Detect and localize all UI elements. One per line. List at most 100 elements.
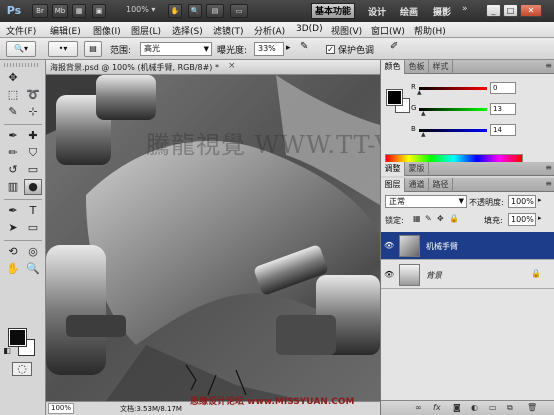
workspace-essentials[interactable]: 基本功能 [311,3,355,19]
canvas[interactable]: 騰龍視覺 WWW.TT-VINET [46,75,380,401]
menu-analysis[interactable]: 分析(A) [254,24,285,37]
panel-menu-icon[interactable]: ≡ [545,179,552,188]
tab-layers[interactable]: 图层 [381,178,405,192]
tab-styles[interactable]: 样式 [429,60,453,74]
workspace-photography[interactable]: 摄影 [433,5,451,18]
menu-layer[interactable]: 图层(L) [131,24,161,37]
status-zoom-input[interactable]: 100% [48,403,74,414]
lock-all-icon[interactable]: 🔒 [449,214,459,223]
document-size-info[interactable]: 文档:3.53M/8.17M [120,404,182,414]
type-tool-icon[interactable]: T [24,203,42,219]
tab-channels[interactable]: 通道 [405,178,429,192]
clone-stamp-tool-icon[interactable]: ⛉ [24,145,42,161]
mini-bridge-button[interactable]: Mb [52,4,68,18]
brush-panel-toggle-icon[interactable]: ▤ [84,41,102,57]
hand-tool-icon[interactable]: ✋ [168,4,182,18]
workspace-more-icon[interactable]: » [462,4,468,14]
quick-mask-icon[interactable]: ◌ [12,362,32,376]
menu-select[interactable]: 选择(S) [172,24,203,37]
tool-preset-picker[interactable]: 🔍▾ [6,41,36,57]
gradient-tool-icon[interactable]: ▥ [4,179,22,195]
opacity-slider-arrow-icon[interactable]: ▸ [538,196,542,204]
3d-camera-tool-icon[interactable]: ◎ [24,244,42,260]
panel-menu-icon[interactable]: ≡ [545,163,552,172]
pen-tool-icon[interactable]: ✒ [4,203,22,219]
exposure-input[interactable]: 33% [254,42,284,56]
adjustment-icon[interactable]: ◐ [471,403,478,412]
menu-3d[interactable]: 3D(D) [296,24,323,34]
fill-slider-arrow-icon[interactable]: ▸ [538,214,542,222]
tab-color[interactable]: 颜色 [381,60,405,74]
folder-icon[interactable]: ▭ [489,403,497,412]
mask-icon[interactable]: ◙ [453,403,461,412]
shape-tool-icon[interactable]: ▭ [24,220,42,236]
channel-r-slider[interactable] [419,87,487,90]
lock-transparent-icon[interactable]: ▦ [413,214,421,223]
foreground-color-swatch[interactable] [8,328,27,347]
channel-r-input[interactable]: 0 [490,82,516,94]
maximize-button[interactable]: □ [503,4,518,17]
layer-row[interactable]: 👁 机械手臂 [381,232,554,260]
slider-knob-icon[interactable]: ▲ [421,131,426,138]
exposure-slider-arrow-icon[interactable]: ▸ [286,43,291,53]
channel-g-slider[interactable] [419,108,487,111]
lock-position-icon[interactable]: ✥ [437,214,444,223]
healing-brush-tool-icon[interactable]: ✚ [24,128,42,144]
default-colors-icon[interactable]: ◧ [2,346,12,356]
visibility-eye-icon[interactable]: 👁 [384,241,394,250]
trash-icon[interactable]: 🗑 [527,403,537,412]
bridge-button[interactable]: Br [32,4,48,18]
workspace-painting[interactable]: 绘画 [400,5,418,18]
lock-image-icon[interactable]: ✎ [425,214,432,223]
slider-knob-icon[interactable]: ▲ [417,89,422,96]
protect-tones-checkbox[interactable]: ✓ [326,45,335,54]
menu-filter[interactable]: 滤镜(T) [213,24,244,37]
tab-masks[interactable]: 蒙版 [405,162,429,176]
screen-mode-icon[interactable]: ▭ [230,4,248,18]
zoom-level-icon[interactable]: ▣ [92,4,106,18]
fill-input[interactable]: 100% [508,213,536,226]
path-selection-tool-icon[interactable]: ➤ [4,220,22,236]
layer-row[interactable]: 👁 背景 🔒 [381,261,554,289]
menu-view[interactable]: 视图(V) [331,24,362,37]
brush-tool-icon[interactable]: ✏ [4,145,22,161]
zoom-tool-icon[interactable]: 🔍 [24,261,42,277]
minimize-button[interactable]: _ [486,4,501,17]
visibility-eye-icon[interactable]: 👁 [384,270,394,279]
lasso-tool-icon[interactable]: ➰ [24,87,42,103]
opacity-input[interactable]: 100% [508,195,536,208]
move-tool-icon[interactable]: ✥ [4,70,22,86]
layer-name[interactable]: 背景 [426,270,442,281]
new-layer-icon[interactable]: ⧉ [507,403,513,413]
tablet-pressure-icon[interactable]: ✐ [390,41,398,52]
tab-paths[interactable]: 路径 [429,178,453,192]
arrange-documents-icon[interactable]: ▤ [206,4,224,18]
close-button[interactable]: ✕ [520,4,542,17]
blend-mode-select[interactable]: 正常 ▼ [385,195,467,208]
workspace-design[interactable]: 设计 [368,5,386,18]
channel-b-slider[interactable] [419,129,487,132]
airbrush-icon[interactable]: ✎ [300,41,308,52]
brush-preset-picker[interactable]: •▾ [48,41,78,57]
crop-tool-icon[interactable]: ⊹ [24,104,42,120]
menu-window[interactable]: 窗口(W) [371,24,405,37]
color-panel-foreground-swatch[interactable] [386,89,403,106]
channel-b-input[interactable]: 14 [490,124,516,136]
close-document-icon[interactable]: × [228,61,236,71]
panel-menu-icon[interactable]: ≡ [545,61,552,70]
eraser-tool-icon[interactable]: ▭ [24,162,42,178]
toolbox-grip[interactable] [4,63,40,67]
marquee-tool-icon[interactable]: ⬚ [4,87,22,103]
dodge-tool-icon[interactable]: ● [24,179,42,195]
menu-edit[interactable]: 编辑(E) [50,24,81,37]
slider-knob-icon[interactable]: ▲ [421,110,426,117]
eyedropper-tool-icon[interactable]: ✒ [4,128,22,144]
fx-icon[interactable]: fx [433,403,441,412]
layer-name[interactable]: 机械手臂 [426,241,458,252]
zoom-level-select[interactable]: 100% ▾ [126,5,155,14]
menu-image[interactable]: 图像(I) [93,24,121,37]
zoom-tool-icon[interactable]: 🔍 [188,4,202,18]
link-icon[interactable]: ∞ [415,403,422,412]
quick-select-tool-icon[interactable]: ✎ [4,104,22,120]
3d-rotate-tool-icon[interactable]: ⟲ [4,244,22,260]
